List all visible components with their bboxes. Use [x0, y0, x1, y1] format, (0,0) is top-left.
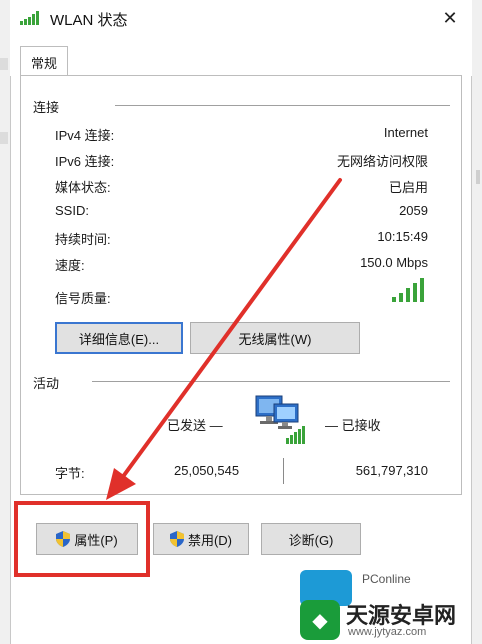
connection-group-title: 连接	[33, 100, 60, 115]
site-watermark: ◆ 天源安卓网 www.jytyaz.com	[300, 596, 482, 644]
close-icon: ✕	[442, 7, 458, 28]
media-state-label: 媒体状态:	[55, 180, 111, 195]
background-window-fragment	[0, 58, 8, 70]
bytes-received-value: 561,797,310	[355, 463, 428, 478]
scrollbar-fragment	[476, 170, 480, 184]
background-window-edge	[471, 0, 482, 644]
diagnose-button[interactable]: 诊断(G)	[261, 523, 361, 555]
site-url: www.jytyaz.com	[348, 626, 427, 638]
media-state-value: 已启用	[388, 180, 428, 195]
ipv6-label: IPv6 连接:	[55, 154, 115, 169]
received-label: — 已接收	[325, 418, 381, 433]
android-logo-icon: ◆	[300, 600, 340, 640]
connection-group-divider	[115, 105, 450, 106]
network-computers-icon	[255, 395, 305, 444]
ipv6-value: 无网络访问权限	[336, 154, 428, 169]
window-title: WLAN 状态	[50, 12, 128, 29]
bytes-label: 字节:	[55, 466, 85, 481]
uac-shield-icon	[169, 531, 184, 547]
tab-strip: 常规	[10, 36, 472, 77]
annotation-highlight-box	[14, 501, 150, 577]
title-bar[interactable]: WLAN 状态 ✕	[10, 0, 472, 36]
ipv4-label: IPv4 连接:	[55, 128, 115, 143]
close-button[interactable]: ✕	[428, 0, 472, 36]
bytes-separator	[283, 458, 284, 484]
ssid-value: 2059	[399, 203, 428, 218]
wifi-signal-icon	[20, 11, 39, 25]
details-button[interactable]: 详细信息(E)...	[55, 322, 183, 354]
signal-quality-label: 信号质量:	[55, 291, 111, 306]
background-window-fragment	[0, 132, 8, 144]
disable-button[interactable]: 禁用(D)	[153, 523, 249, 555]
activity-group-title: 活动	[33, 376, 60, 391]
wireless-properties-button[interactable]: 无线属性(W)	[190, 322, 360, 354]
duration-value: 10:15:49	[377, 229, 428, 244]
signal-quality-bars-icon	[392, 278, 426, 302]
background-window-edge	[0, 0, 11, 644]
speed-value: 150.0 Mbps	[360, 255, 428, 270]
pconline-text: PConline	[362, 572, 411, 586]
ipv4-value: Internet	[383, 125, 428, 140]
activity-group-divider	[92, 381, 450, 382]
sent-label: 已发送 —	[167, 418, 223, 433]
disable-button-label: 禁用(D)	[187, 532, 233, 548]
bytes-sent-value: 25,050,545	[174, 463, 240, 478]
ssid-label: SSID:	[55, 203, 89, 218]
duration-label: 持续时间:	[55, 232, 111, 247]
tab-general[interactable]: 常规	[20, 46, 68, 77]
speed-label: 速度:	[55, 258, 85, 273]
